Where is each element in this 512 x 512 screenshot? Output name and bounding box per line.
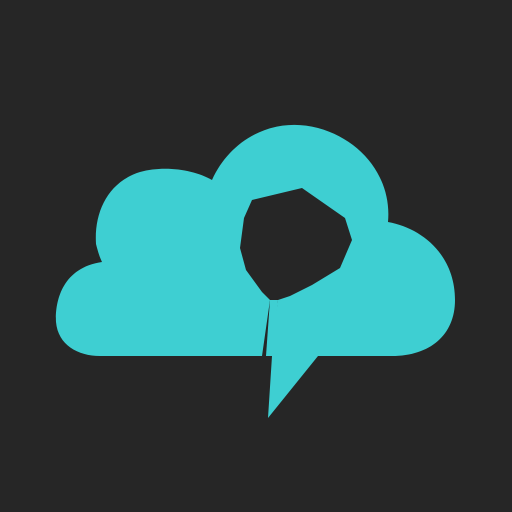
cloud-speech-bubble-pin-icon	[0, 0, 512, 512]
app-icon	[0, 0, 512, 512]
